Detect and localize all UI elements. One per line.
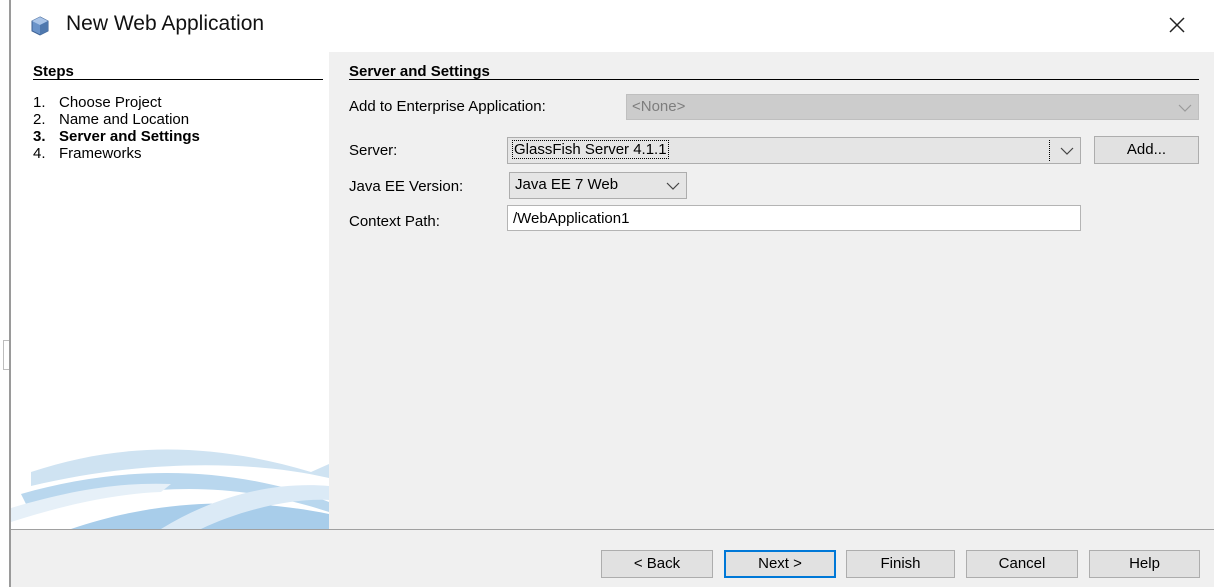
context-path-input[interactable] bbox=[507, 205, 1081, 231]
enterprise-application-select: <None> bbox=[626, 94, 1199, 120]
section-divider bbox=[349, 79, 1199, 80]
server-settings-panel: Server and Settings Add to Enterprise Ap… bbox=[329, 52, 1214, 529]
server-select[interactable]: GlassFish Server 4.1.1 bbox=[507, 137, 1081, 164]
java-ee-version-select[interactable]: Java EE 7 Web bbox=[509, 172, 687, 199]
server-value: GlassFish Server 4.1.1 bbox=[512, 140, 669, 159]
context-path-label: Context Path: bbox=[349, 213, 440, 230]
window-resize-notch[interactable] bbox=[3, 340, 9, 370]
step-label: Choose Project bbox=[59, 94, 162, 111]
step-label: Server and Settings bbox=[59, 128, 200, 145]
steps-divider bbox=[33, 79, 323, 80]
help-button[interactable]: Help bbox=[1089, 550, 1200, 578]
steps-heading: Steps bbox=[33, 63, 74, 80]
step-choose-project: 1. Choose Project bbox=[33, 94, 162, 111]
cube-icon bbox=[31, 16, 49, 36]
enterprise-application-value: <None> bbox=[632, 98, 686, 115]
step-label: Name and Location bbox=[59, 111, 190, 128]
chevron-down-icon bbox=[1060, 147, 1074, 155]
step-name-and-location: 2. Name and Location bbox=[33, 111, 189, 128]
step-server-and-settings: 3. Server and Settings bbox=[33, 128, 200, 145]
steps-panel: Steps 1. Choose Project 2. Name and Locati… bbox=[11, 52, 329, 529]
enterprise-application-label: Add to Enterprise Application: bbox=[349, 98, 546, 115]
cancel-button[interactable]: Cancel bbox=[966, 550, 1078, 578]
server-label: Server: bbox=[349, 142, 398, 159]
chevron-down-icon bbox=[1178, 104, 1192, 112]
window-title: New Web Application bbox=[66, 12, 265, 35]
server-focus-edge bbox=[1049, 140, 1050, 161]
add-server-button[interactable]: Add... bbox=[1094, 136, 1199, 164]
step-number: 4. bbox=[33, 145, 46, 162]
next-button[interactable]: Next > bbox=[724, 550, 836, 578]
step-number: 2. bbox=[33, 111, 46, 128]
back-button[interactable]: < Back bbox=[601, 550, 713, 578]
chevron-down-icon bbox=[666, 182, 680, 190]
finish-button[interactable]: Finish bbox=[846, 550, 955, 578]
java-ee-version-value: Java EE 7 Web bbox=[515, 176, 619, 193]
step-frameworks: 4. Frameworks bbox=[33, 145, 142, 162]
wizard-wave-graphic bbox=[11, 449, 329, 529]
step-label: Frameworks bbox=[59, 145, 142, 162]
java-ee-version-label: Java EE Version: bbox=[349, 178, 464, 195]
close-icon[interactable] bbox=[1164, 12, 1190, 38]
step-number: 1. bbox=[33, 94, 46, 111]
section-title: Server and Settings bbox=[349, 63, 490, 80]
step-number: 3. bbox=[33, 128, 46, 145]
